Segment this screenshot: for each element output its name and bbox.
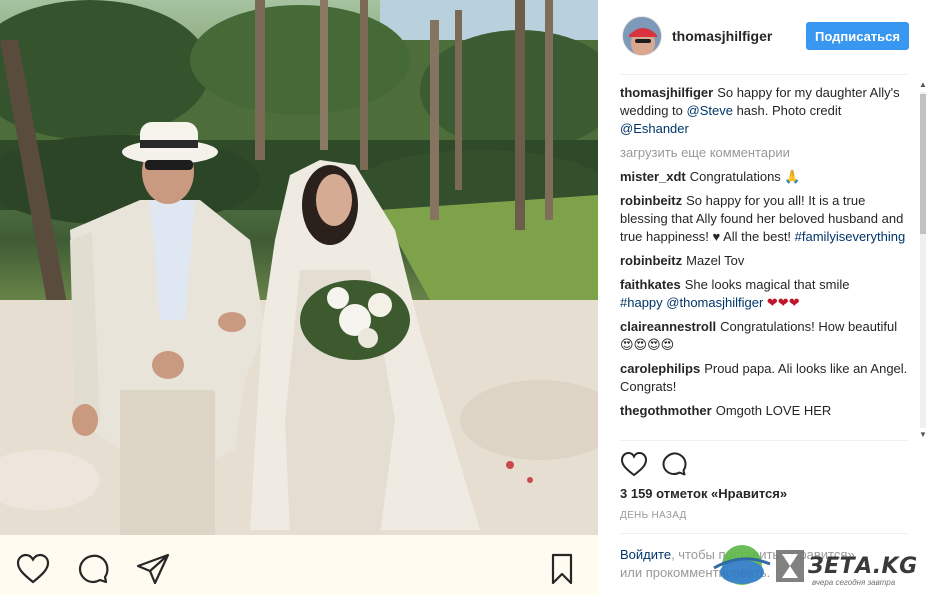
post-date: ДЕНЬ НАЗАД [620,510,687,521]
comment-hashtag[interactable]: #familyiseverything [795,229,906,244]
comment-item: faithkates She looks magical that smile #… [620,276,910,312]
avatar[interactable] [622,16,662,56]
wedding-photo [0,0,598,535]
bookmark-icon[interactable] [544,551,580,587]
comment-icon[interactable] [660,450,688,478]
comment-username[interactable]: robinbeitz [620,253,682,268]
comment-username[interactable]: mister_xdt [620,169,686,184]
watermark-brand: ЗЕТА.KG [808,554,918,579]
header-divider [620,74,908,75]
post-photo [0,0,598,535]
hourglass-icon [776,550,804,582]
comment-text: Congratulations 🙏 [689,169,801,184]
post-actions [620,450,910,480]
caption-text-2: hash. Photo credit [732,103,842,118]
comments-list[interactable]: thomasjhilfiger So happy for my daughter … [620,84,910,440]
post-author-username[interactable]: thomasjhilfiger [672,28,772,44]
watermark-tagline: вчера сегодня завтра [812,578,896,587]
scroll-down-arrow-icon[interactable]: ▼ [918,430,928,440]
comment-hashtag[interactable]: #happy [620,295,663,310]
globe-logo-icon [713,545,771,585]
comment-username[interactable]: robinbeitz [620,193,682,208]
comment-item: mister_xdt Congratulations 🙏 [620,168,910,186]
comment-username[interactable]: faithkates [620,277,681,292]
comment-text: Mazel Tov [686,253,745,268]
comment-hearts: ❤❤❤ [763,295,800,310]
comment-item: thegothmother Omgoth LOVE HER [620,402,910,420]
comment-item: carolephilips Proud papa. Ali looks like … [620,360,910,396]
comment-text: Omgoth LOVE HER [715,403,832,418]
footer-divider [620,533,908,534]
share-icon[interactable] [135,551,171,587]
caption-username[interactable]: thomasjhilfiger [620,85,713,100]
photo-action-bar [0,535,598,595]
comment-username[interactable]: carolephilips [620,361,700,376]
load-more-comments-link[interactable]: загрузить еще комментарии [620,144,910,162]
post-header: thomasjhilfiger Подписаться [598,0,930,74]
scroll-thumb[interactable] [920,94,926,234]
caption-mention-eshander[interactable]: @Eshander [620,121,689,136]
comment-item: claireannestroll Congratulations! How bea… [620,318,910,354]
follow-button[interactable]: Подписаться [806,22,909,50]
scroll-up-arrow-icon[interactable]: ▲ [918,80,928,90]
comment-text: She looks magical that smile [684,277,850,292]
caption: thomasjhilfiger So happy for my daughter … [620,84,910,138]
comment-icon[interactable] [75,551,111,587]
comments-divider [620,440,908,441]
comment-username[interactable]: claireannestroll [620,319,716,334]
comment-item: robinbeitz So happy for you all! It is a … [620,192,910,246]
comment-mention[interactable]: @thomasjhilfiger [666,295,763,310]
caption-mention-steve[interactable]: @Steve [687,103,733,118]
comments-scrollbar[interactable]: ▲ ▼ [918,80,928,440]
heart-icon[interactable] [620,450,648,478]
post-side-panel: thomasjhilfiger Подписаться thomasjhilfi… [598,0,930,595]
comment-username[interactable]: thegothmother [620,403,712,418]
site-watermark-logo: ЗЕТА.KG вчера сегодня завтра [712,540,930,590]
heart-icon[interactable] [15,551,51,587]
login-link[interactable]: Войдите [620,547,671,562]
comment-item: robinbeitz Mazel Tov [620,252,910,270]
likes-count[interactable]: 3 159 отметок «Нравится» [620,486,787,501]
